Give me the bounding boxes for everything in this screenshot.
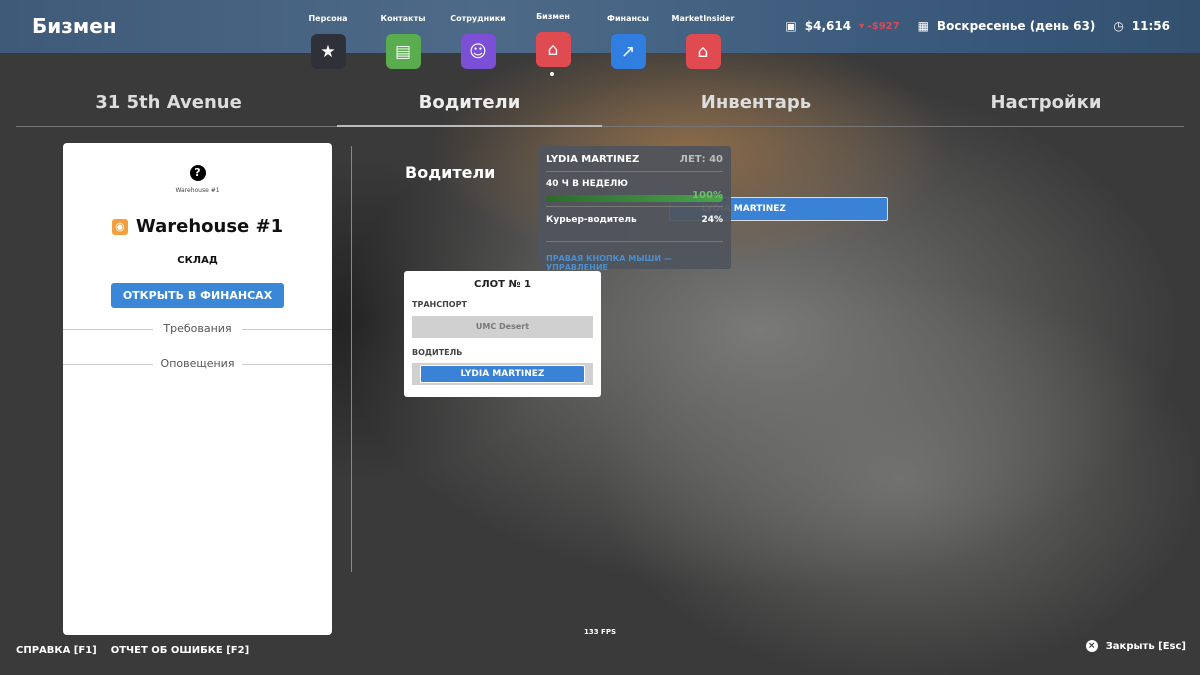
money-change-value: -$927 [867,20,900,32]
app-label: Бизмен [536,12,570,21]
app-label: Сотрудники [450,14,506,23]
store-icon: ⌂ [535,32,571,67]
vehicle-label: ТРАНСПОРТ [412,300,467,309]
skill-value: 24% [701,215,723,225]
building-title: ◉ Warehouse #1 [63,216,332,237]
calendar-icon: ▦ [917,19,929,33]
requirements-section[interactable]: Требования [63,322,332,335]
app-employees[interactable]: Сотрудники ☺ [438,14,518,69]
app-label: MarketInsider [671,14,735,23]
driver-age: ЛЕТ: 40 [679,154,723,165]
star-icon: ★ [310,34,346,69]
drivers-heading: Водители [405,163,496,182]
slot-title: СЛОТ № 1 [474,279,531,290]
tab-settings[interactable]: Настройки [896,92,1196,113]
close-button[interactable]: × Закрыть [Esc] [1085,640,1186,652]
badge-icon: ☺ [460,34,496,69]
building-caption: Warehouse #1 [175,187,220,194]
clock-icon: ◷ [1113,19,1124,33]
driver-hours: 40 Ч В НЕДЕЛЮ [546,179,628,189]
driver-dropzone[interactable]: LYDIA MARTINEZ [412,363,593,385]
tooltip-hint: ПРАВАЯ КНОПКА МЫШИ — УПРАВЛЕНИЕ [546,241,723,272]
footer: СПРАВКА [F1] ОТЧЕТ ОБ ОШИБКЕ [F2] [16,645,249,656]
hours-progress-bar: 100% [546,190,723,202]
building-name: Warehouse #1 [135,216,284,237]
close-icon: × [1085,640,1098,652]
skill-name: Курьер-водитель [546,215,637,225]
open-in-finance-button[interactable]: ОТКРЫТЬ В ФИНАНСАХ [110,283,285,308]
app-label: Персона [308,14,348,23]
store-icon: ⌂ [685,34,721,69]
app-contacts[interactable]: Контакты ▤ [363,14,443,69]
app-title: Бизмен [32,14,117,38]
active-indicator [550,72,554,76]
close-label: Закрыть [Esc] [1105,640,1186,652]
date: Воскресенье (день 63) [936,19,1096,33]
app-marketinsider[interactable]: MarketInsider ⌂ [663,14,743,69]
app-label: Финансы [607,14,649,23]
driver-tooltip: LYDIA MARTINEZ ЛЕТ: 40 40 Ч В НЕДЕЛЮ 100%… [538,146,731,272]
vehicle-select[interactable]: UMC Desert [412,316,593,338]
divider [351,146,352,572]
help-link[interactable]: СПРАВКА [F1] [16,645,97,656]
notifications-section[interactable]: Оповещения [63,357,332,370]
driver-button[interactable]: LYDIA MARTINEZ [420,365,585,383]
money-change: ▾ -$927 [859,20,900,32]
tab-inventory[interactable]: Инвентарь [616,92,896,113]
app-finance[interactable]: Финансы ↗ [588,14,668,69]
money-icon: ▣ [785,19,797,33]
top-bar: Бизмен Персона ★ Контакты ▤ Сотрудники ☺ Би… [0,0,1200,76]
tab-address[interactable]: 31 5th Avenue [16,92,321,113]
app-launcher: Персона ★ Контакты ▤ Сотрудники ☺ Бизмен ⌂ Ф… [290,0,770,80]
driver-name: LYDIA MARTINEZ [546,154,640,165]
time: 11:56 [1131,19,1170,33]
status-bar: ▣ $4,614 ▾ -$927 ▦ Воскресенье (день 63)… [785,19,1170,33]
chart-icon: ↗ [610,34,646,69]
warehouse-icon: ◉ [111,218,128,235]
progress-label: 100% [692,190,723,201]
money: $4,614 [804,19,852,33]
building-card: ? Warehouse #1 ◉ Warehouse #1 СКЛАД ОТКРЫ… [63,143,332,635]
tab-bar: 31 5th Avenue Водители Инвентарь Настрой… [16,88,1184,127]
app-label: Контакты [380,14,426,23]
app-bizman[interactable]: Бизмен ⌂ [513,12,593,67]
app-persona[interactable]: Персона ★ [288,14,368,69]
driver-label: ВОДИТЕЛЬ [412,348,463,357]
fps-counter: 133 FPS [584,628,617,636]
bug-report-link[interactable]: ОТЧЕТ ОБ ОШИБКЕ [F2] [111,645,249,656]
tab-drivers[interactable]: Водители [337,92,602,127]
slot-card: СЛОТ № 1 ТРАНСПОРТ UMC Desert ВОДИТЕЛЬ L… [404,271,601,397]
question-icon: ? [189,165,206,181]
building-type: СКЛАД [177,255,218,266]
chat-icon: ▤ [385,34,421,69]
